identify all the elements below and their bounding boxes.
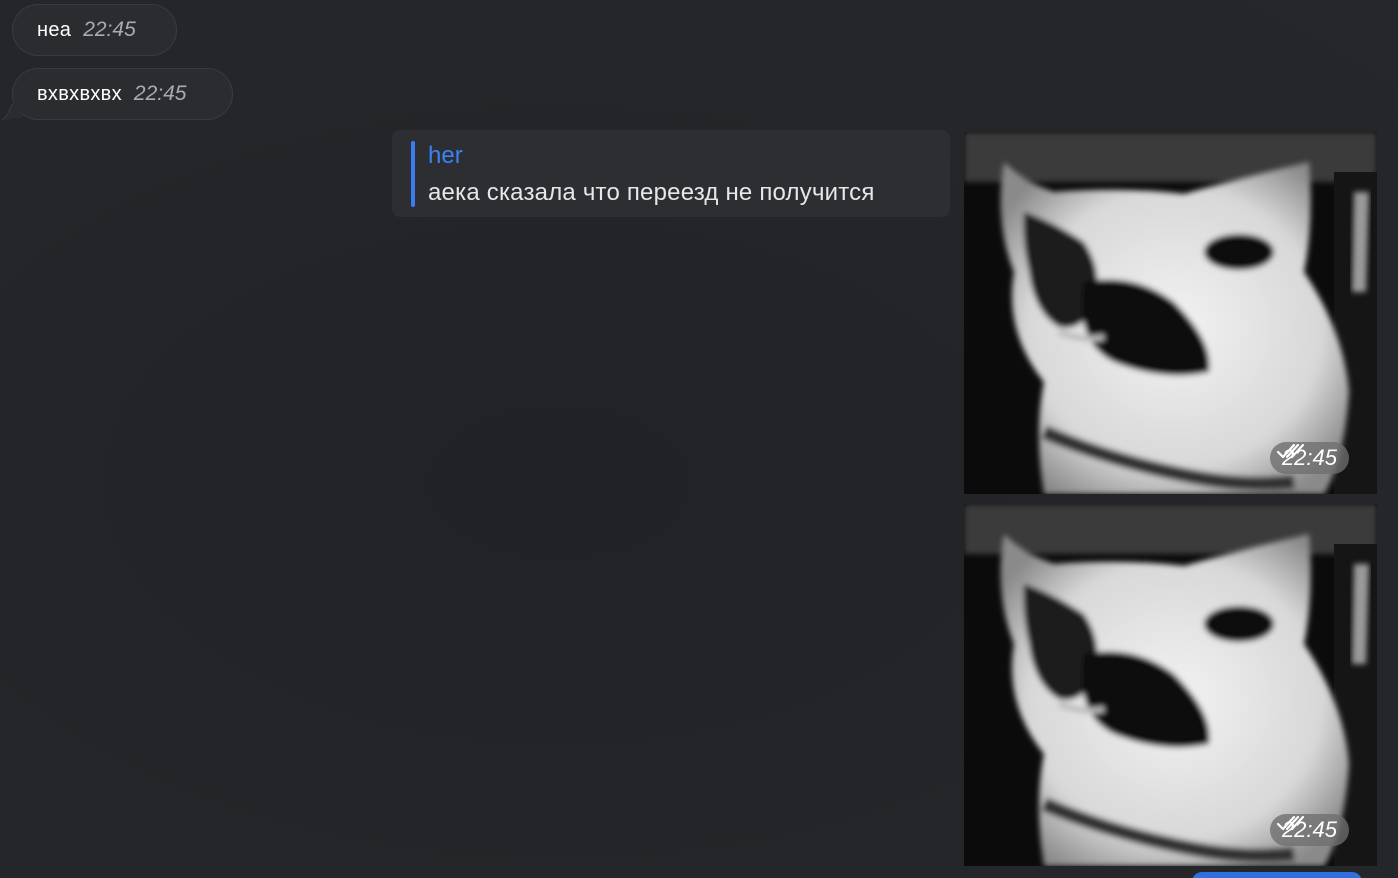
bubble-tail-icon <box>1 100 22 121</box>
message-time: 22:45 <box>83 18 136 41</box>
message-text: вхвхвхвх <box>37 82 122 105</box>
message-time: 22:45 <box>133 82 187 105</box>
reply-accent-bar <box>411 141 415 207</box>
photo-timestamp: 22:45 <box>1269 442 1349 474</box>
cat-photo <box>964 504 1377 866</box>
read-double-check-icon <box>1276 443 1305 459</box>
read-double-check-icon <box>1276 815 1305 831</box>
chat-area: неа 22:45 вхвхвхвх 22:45 her аека сказал… <box>0 0 1398 878</box>
incoming-message[interactable]: неа 22:45 <box>12 4 177 56</box>
photo-timestamp: 22:45 <box>1269 814 1349 846</box>
photo-message[interactable]: 22:45 <box>964 132 1377 494</box>
reply-author: her <box>428 142 463 169</box>
message-text: неа <box>37 18 72 41</box>
reply-quote[interactable]: her аека сказала что переезд не получитс… <box>392 130 950 217</box>
cat-photo <box>964 132 1377 494</box>
scroll-to-bottom-button[interactable] <box>1192 872 1362 878</box>
reply-text: аека сказала что переезд не получится <box>428 179 875 206</box>
incoming-message[interactable]: вхвхвхвх 22:45 <box>12 68 233 120</box>
photo-message[interactable]: 22:45 <box>964 504 1377 866</box>
